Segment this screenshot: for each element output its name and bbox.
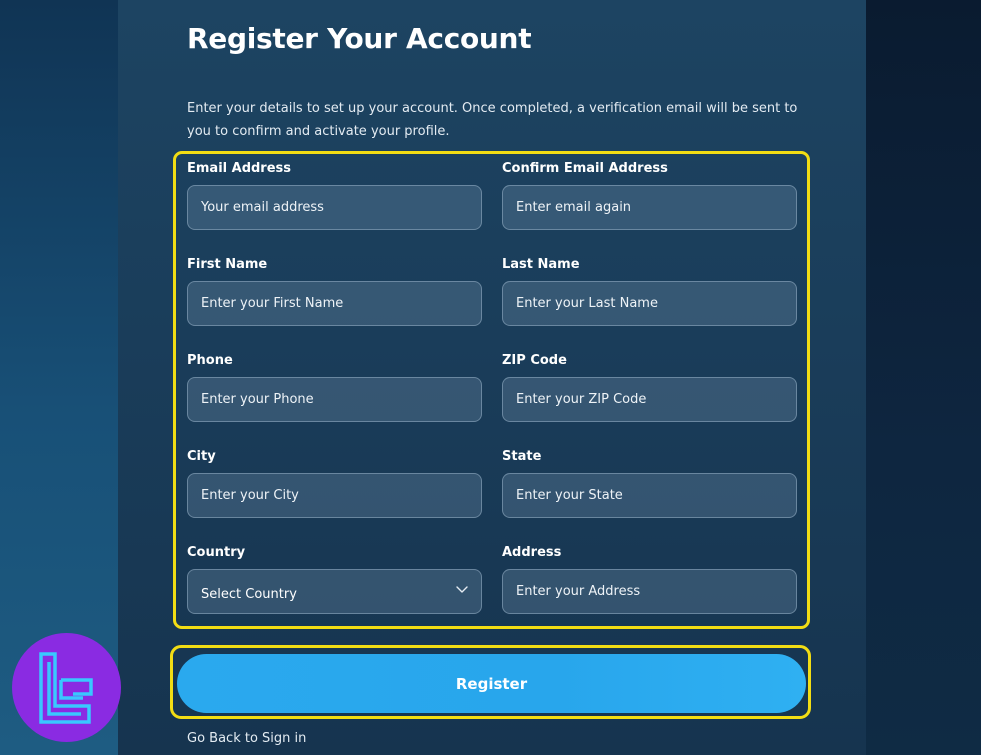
state-label: State bbox=[502, 449, 542, 464]
phone-field[interactable] bbox=[187, 377, 482, 422]
country-select[interactable]: Select Country bbox=[187, 569, 482, 614]
address-label: Address bbox=[502, 545, 562, 560]
state-field[interactable] bbox=[502, 473, 797, 518]
city-field[interactable] bbox=[187, 473, 482, 518]
zip-code-label: ZIP Code bbox=[502, 353, 567, 368]
back-to-sign-in-link[interactable]: Go Back to Sign in bbox=[187, 731, 306, 746]
chevron-down-icon bbox=[456, 586, 468, 593]
register-button[interactable]: Register bbox=[177, 654, 806, 713]
brand-logo-icon bbox=[38, 651, 93, 724]
brand-logo bbox=[12, 633, 121, 742]
confirm-email-label: Confirm Email Address bbox=[502, 161, 668, 176]
phone-label: Phone bbox=[187, 353, 233, 368]
first-name-field[interactable] bbox=[187, 281, 482, 326]
intro-text: Enter your details to set up your accoun… bbox=[187, 101, 798, 139]
page-title: Register Your Account bbox=[187, 22, 532, 55]
country-label: Country bbox=[187, 545, 246, 560]
city-label: City bbox=[187, 449, 216, 464]
email-field[interactable] bbox=[187, 185, 482, 230]
last-name-label: Last Name bbox=[502, 257, 580, 272]
zip-code-field[interactable] bbox=[502, 377, 797, 422]
last-name-field[interactable] bbox=[502, 281, 797, 326]
page-background-right bbox=[866, 0, 981, 755]
confirm-email-field[interactable] bbox=[502, 185, 797, 230]
address-field[interactable] bbox=[502, 569, 797, 614]
email-label: Email Address bbox=[187, 161, 292, 176]
first-name-label: First Name bbox=[187, 257, 268, 272]
country-select-value: Select Country bbox=[201, 587, 297, 602]
